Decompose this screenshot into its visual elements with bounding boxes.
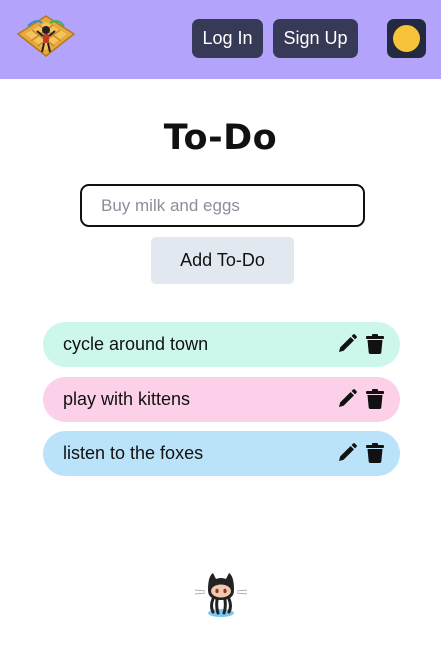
todo-text: cycle around town (63, 334, 209, 354)
top-bar: Log In Sign Up (0, 0, 441, 79)
pencil-icon[interactable] (337, 443, 357, 463)
github-octocat-icon[interactable] (193, 570, 249, 618)
todo-item: play with kittens (43, 377, 400, 422)
waffle-logo-icon[interactable] (16, 14, 76, 60)
page-title: To-Do (163, 118, 278, 158)
todo-item: listen to the foxes (43, 431, 400, 476)
signup-button[interactable]: Sign Up (273, 19, 358, 58)
todo-item: cycle around town (43, 322, 400, 367)
login-button[interactable]: Log In (192, 19, 263, 58)
trash-icon[interactable] (366, 334, 384, 354)
todo-input[interactable] (80, 184, 365, 227)
todo-text: play with kittens (63, 389, 191, 409)
todo-text: listen to the foxes (63, 443, 204, 463)
trash-icon[interactable] (366, 389, 384, 409)
pencil-icon[interactable] (337, 334, 357, 354)
theme-toggle-button[interactable] (387, 19, 426, 58)
pencil-icon[interactable] (337, 389, 357, 409)
add-todo-button[interactable]: Add To-Do (151, 237, 294, 284)
trash-icon[interactable] (366, 443, 384, 463)
sun-icon (393, 25, 420, 52)
